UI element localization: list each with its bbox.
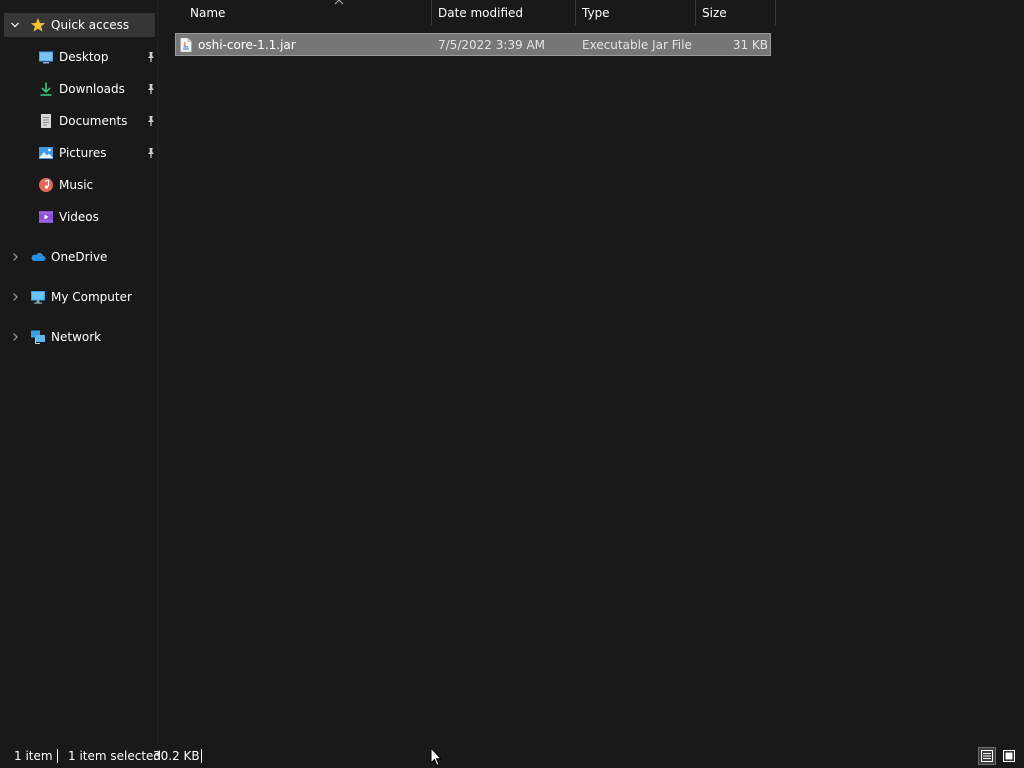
nav-item-downloads[interactable]: Downloads (4, 77, 155, 101)
file-date-modified: 7/5/2022 3:39 AM (438, 37, 546, 52)
pin-icon (145, 147, 157, 159)
details-view-icon (981, 750, 993, 762)
nav-item-label: Documents (59, 114, 128, 128)
nav-item-label: Downloads (59, 82, 125, 96)
documents-icon (38, 113, 54, 129)
downloads-icon (38, 81, 54, 97)
nav-item-videos[interactable]: Videos (4, 205, 155, 229)
pin-icon (145, 115, 157, 127)
column-header-date-label: Date modified (438, 6, 524, 20)
column-header-date[interactable]: Date modified (438, 0, 576, 26)
nav-item-label: Pictures (59, 146, 107, 160)
column-header-type-label: Type (582, 6, 610, 20)
file-list: Name Date modified Type Size oshi-core-1… (159, 0, 1024, 744)
status-bar: 1 item 1 item selected 30.2 KB (0, 744, 1024, 768)
sort-ascending-icon (334, 0, 344, 5)
star-icon (30, 17, 46, 33)
status-selection-size: 30.2 KB (153, 749, 200, 763)
chevron-right-icon[interactable] (10, 332, 20, 342)
mouse-cursor-icon (430, 747, 442, 767)
chevron-down-icon[interactable] (10, 20, 20, 30)
videos-icon (38, 209, 54, 225)
nav-item-label: Desktop (59, 50, 109, 64)
nav-root-label: OneDrive (51, 250, 108, 264)
pictures-icon (38, 145, 54, 161)
status-divider (201, 749, 202, 763)
file-explorer-window: Quick access Desktop Downloads Documents… (0, 0, 1024, 768)
pin-icon (145, 51, 157, 63)
column-divider[interactable] (695, 0, 696, 25)
nav-item-onedrive[interactable]: OneDrive (4, 245, 155, 269)
file-size: 31 KB (732, 37, 768, 52)
chevron-right-icon[interactable] (10, 292, 20, 302)
jar-file-icon (178, 34, 196, 55)
nav-item-label: Music (59, 178, 94, 192)
large-icons-view-button[interactable] (1000, 747, 1018, 765)
column-header-size[interactable]: Size (702, 0, 774, 26)
column-header-size-label: Size (702, 6, 727, 20)
column-header-name-label: Name (190, 6, 226, 20)
chevron-right-icon[interactable] (10, 252, 20, 262)
nav-item-music[interactable]: Music (4, 173, 155, 197)
nav-root-label: Network (51, 330, 102, 344)
nav-root-label: My Computer (51, 290, 132, 304)
status-item-count: 1 item (14, 749, 53, 763)
column-divider[interactable] (431, 0, 432, 25)
file-type: Executable Jar File (582, 37, 692, 52)
network-icon (30, 329, 46, 345)
column-divider[interactable] (575, 0, 576, 25)
nav-item-pictures[interactable]: Pictures (4, 141, 155, 165)
onedrive-icon (30, 249, 46, 265)
column-divider[interactable] (775, 0, 776, 25)
file-name: oshi-core-1.1.jar (198, 37, 296, 52)
navigation-pane: Quick access Desktop Downloads Documents… (0, 0, 158, 744)
nav-item-label: Videos (59, 210, 99, 224)
column-header-type[interactable]: Type (582, 0, 695, 26)
pin-icon (145, 83, 157, 95)
nav-quick-access[interactable]: Quick access (4, 13, 155, 37)
file-row[interactable]: oshi-core-1.1.jar 7/5/2022 3:39 AM Execu… (175, 33, 771, 56)
nav-item-desktop[interactable]: Desktop (4, 45, 155, 69)
column-header-name[interactable]: Name (190, 0, 430, 26)
status-divider (57, 749, 58, 763)
computer-icon (30, 289, 46, 305)
nav-quick-access-label: Quick access (51, 18, 130, 32)
details-view-button[interactable] (978, 747, 996, 765)
nav-item-documents[interactable]: Documents (4, 109, 155, 133)
status-selection: 1 item selected (68, 749, 162, 763)
nav-item-my-computer[interactable]: My Computer (4, 285, 155, 309)
music-icon (38, 177, 54, 193)
large-icons-view-icon (1003, 750, 1015, 762)
desktop-icon (38, 49, 54, 65)
nav-item-network[interactable]: Network (4, 325, 155, 349)
